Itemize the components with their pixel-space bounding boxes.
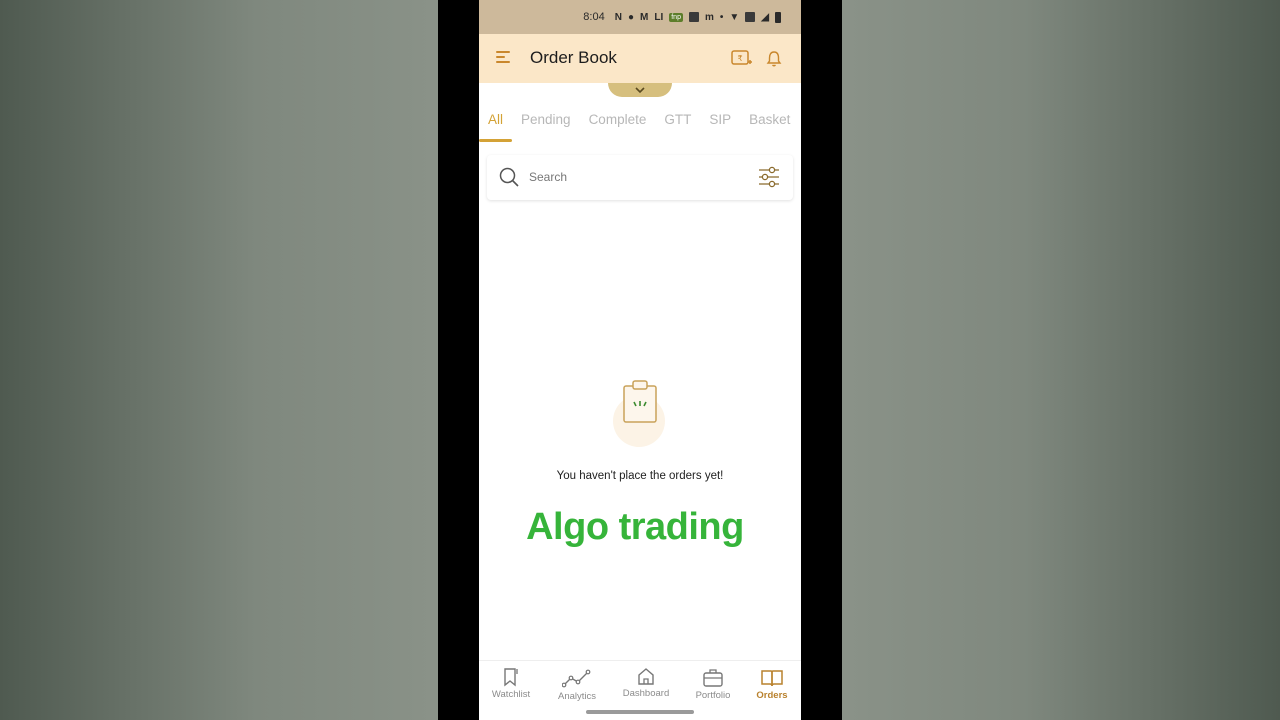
- funds-icon[interactable]: ₹: [731, 48, 753, 68]
- nav-watchlist-label: Watchlist: [491, 689, 531, 700]
- empty-state-message: You haven't place the orders yet!: [556, 470, 724, 482]
- location-icon: ●: [627, 11, 634, 23]
- gallery-icon: [688, 12, 699, 22]
- app-notification-icon: fnp: [669, 12, 683, 22]
- nav-portfolio-label: Portfolio: [695, 690, 731, 701]
- notification-li-icon: LI: [654, 11, 664, 23]
- search-input[interactable]: [529, 167, 749, 187]
- search-icon: [499, 167, 519, 187]
- tab-complete[interactable]: Complete: [580, 106, 656, 142]
- tab-all[interactable]: All: [479, 106, 513, 142]
- tab-gtt[interactable]: GTT: [655, 106, 700, 142]
- signal-icon: ◢: [761, 11, 769, 23]
- video-caption: Algo trading: [526, 506, 744, 548]
- chevron-down-icon: [635, 87, 645, 94]
- nav-watchlist[interactable]: Watchlist: [479, 667, 543, 700]
- nav-dashboard[interactable]: Dashboard: [614, 667, 678, 699]
- menu-icon[interactable]: [496, 51, 512, 65]
- tab-sip[interactable]: SIP: [700, 106, 740, 142]
- bell-icon[interactable]: [766, 50, 782, 68]
- nav-orders-label: Orders: [756, 690, 788, 701]
- bookmark-icon: [504, 668, 518, 687]
- nav-dashboard-label: Dashboard: [622, 688, 670, 699]
- nav-analytics-label: Analytics: [557, 691, 596, 702]
- notification-m-icon: M: [640, 11, 649, 23]
- book-icon: [761, 670, 783, 687]
- svg-text:₹: ₹: [737, 54, 742, 63]
- home-indicator[interactable]: [586, 710, 694, 714]
- status-bar: 8:04 N ● M LI fnp m • ▼ ◢: [479, 0, 801, 34]
- clipboard-icon: [623, 380, 657, 423]
- dot-icon: •: [719, 11, 724, 23]
- status-time: 8:04: [583, 11, 605, 23]
- briefcase-icon: [703, 669, 723, 687]
- order-tabs: All Pending Complete GTT SIP Basket: [479, 106, 801, 142]
- notification-n-icon: N: [614, 11, 622, 23]
- volte-icon: [745, 12, 756, 22]
- collapse-header-button[interactable]: [608, 83, 672, 97]
- search-bar: [487, 155, 793, 200]
- page-title: Order Book: [530, 48, 617, 67]
- nav-analytics[interactable]: Analytics: [545, 669, 609, 702]
- battery-icon: [775, 11, 781, 23]
- wifi-icon: ▼: [729, 11, 740, 23]
- tab-pending[interactable]: Pending: [512, 106, 580, 142]
- analytics-icon: [562, 669, 591, 688]
- phone-screen: 8:04 N ● M LI fnp m • ▼ ◢ Order Book ₹ A…: [479, 0, 801, 720]
- notification-m2-icon: m: [704, 11, 714, 23]
- filter-icon[interactable]: [757, 165, 781, 189]
- nav-portfolio[interactable]: Portfolio: [681, 668, 745, 701]
- nav-orders[interactable]: Orders: [740, 668, 801, 701]
- tab-basket[interactable]: Basket: [740, 106, 799, 142]
- home-icon: [638, 668, 654, 685]
- app-header: Order Book ₹: [479, 34, 801, 83]
